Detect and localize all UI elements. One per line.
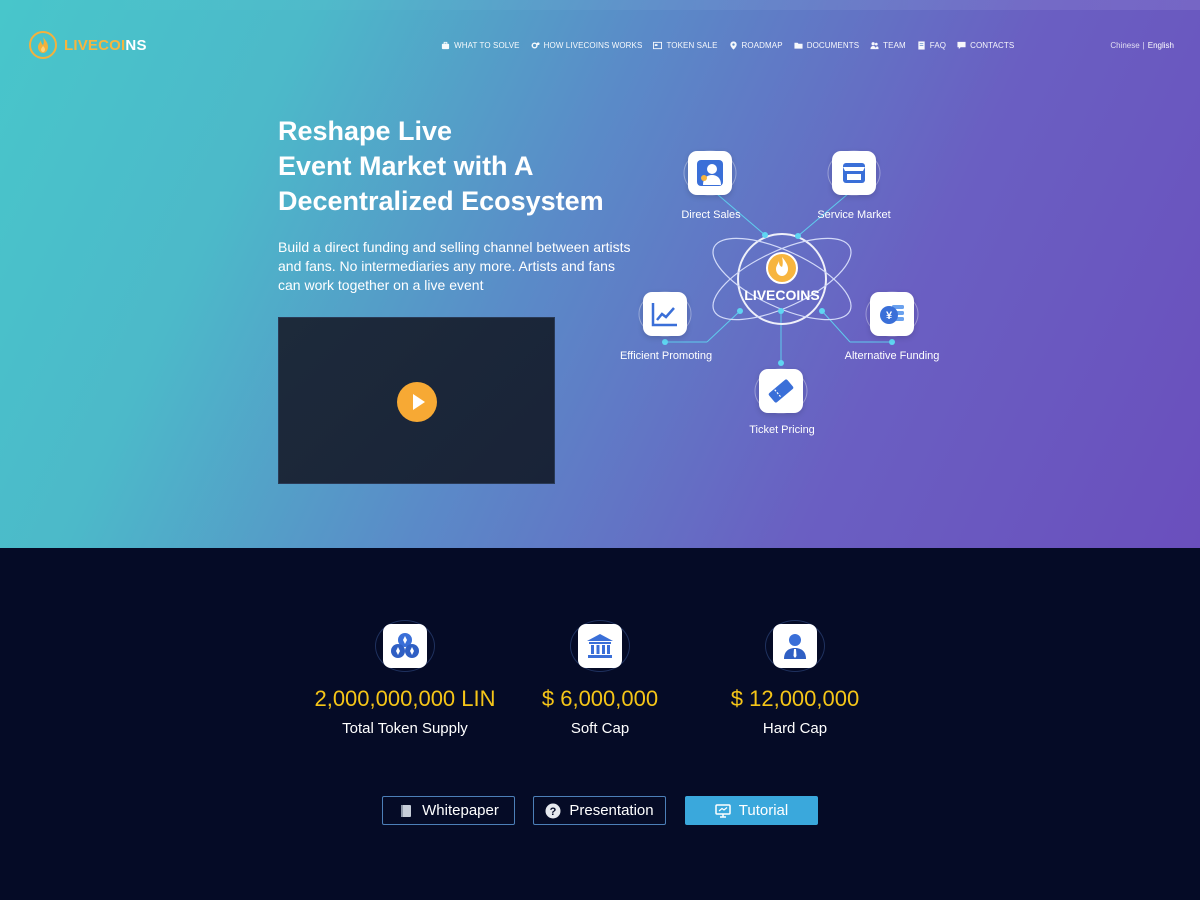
node-label-efficient-promoting: Efficient Promoting [619, 350, 713, 362]
nav-label: CONTACTS [970, 40, 1015, 50]
node-direct-sales [688, 151, 732, 195]
lang-chinese[interactable]: Chinese [1110, 41, 1139, 50]
token-cluster-icon [383, 624, 427, 668]
node-efficient-promoting [643, 292, 687, 336]
headline-line-1: Reshape Live [278, 116, 453, 146]
book-icon [401, 804, 412, 817]
hero-headline: Reshape Live Event Market with A Decentr… [278, 114, 648, 219]
nav-item-roadmap[interactable]: ROADMAP [729, 41, 783, 50]
nav-label: ROADMAP [741, 40, 783, 50]
nav-item-team[interactable]: TEAM [870, 41, 906, 50]
main-nav: WHAT TO SOLVE HOW LIVECOINS WORKS TOKEN … [441, 38, 1200, 52]
salesperson-icon [697, 160, 723, 186]
nav-label: HOW LIVECOINS WORKS [543, 40, 643, 50]
center-logo-text: LIVECOINS [744, 287, 819, 303]
stat-label-soft-cap: Soft Cap [570, 720, 630, 737]
ticket-icon [768, 379, 794, 403]
nav-label: TOKEN SALE [666, 40, 718, 50]
nav-item-faq[interactable]: FAQ [917, 41, 946, 50]
language-switcher: Chinese | English [1110, 41, 1174, 50]
node-label-direct-sales: Direct Sales [681, 209, 741, 221]
nav-item-documents[interactable]: DOCUMENTS [794, 41, 859, 50]
lang-separator: | [1142, 40, 1145, 50]
presentation-board-icon [715, 803, 731, 818]
stat-total-supply: 2,000,000,000 LIN Total Token Supply [305, 620, 505, 737]
node-label-service-market: Service Market [817, 209, 891, 221]
nav-label: WHAT TO SOLVE [454, 40, 520, 50]
gears-icon [531, 41, 540, 49]
play-button[interactable] [397, 382, 437, 422]
intro-video-player[interactable] [278, 317, 555, 484]
lead-line-1: Build a direct funding and selling chann… [278, 239, 631, 255]
node-alternative-funding: ¥ [870, 292, 914, 336]
nav-label: DOCUMENTS [806, 40, 860, 50]
stat-hard-cap: $ 12,000,000 Hard Cap [695, 620, 895, 737]
tutorial-button[interactable]: Tutorial [685, 796, 818, 825]
brand-wordmark: LIVECOINS [64, 37, 147, 54]
stat-soft-cap: $ 6,000,000 Soft Cap [500, 620, 700, 737]
stat-value-total-supply: 2,000,000,000 LIN [314, 686, 496, 711]
node-label-alternative-funding: Alternative Funding [844, 350, 940, 362]
folder-icon [794, 42, 803, 49]
node-ticket-pricing [759, 369, 803, 413]
flame-coin-icon [29, 31, 57, 59]
id-card-icon [653, 41, 663, 49]
lead-line-2: and fans. No intermediaries any more. Ar… [278, 258, 615, 274]
node-service-market [832, 151, 876, 195]
nav-label: TEAM [883, 40, 906, 50]
livecoins-center-logo: LIVECOINS [740, 238, 824, 322]
brand-logo[interactable]: LIVECOINS [29, 30, 147, 60]
whitepaper-label: Whitepaper [422, 802, 499, 819]
presentation-button[interactable]: ? Presentation [533, 796, 666, 825]
lead-line-3: can work together on a live event [278, 277, 484, 293]
nav-item-contacts[interactable]: CONTACTS [957, 41, 1014, 50]
chat-icon [957, 41, 966, 49]
bank-icon [578, 624, 622, 668]
briefcase-icon [442, 41, 450, 49]
whitepaper-button[interactable]: Whitepaper [382, 796, 515, 825]
book-icon [918, 40, 925, 50]
svg-text:?: ? [550, 806, 557, 818]
person-icon [773, 624, 817, 668]
node-label-ticket-pricing: Ticket Pricing [749, 424, 815, 436]
tutorial-label: Tutorial [738, 802, 789, 819]
nav-item-how-it-works[interactable]: HOW LIVECOINS WORKS [531, 41, 643, 50]
headline-line-3: Decentralized Ecosystem [278, 186, 604, 216]
yen-coins-icon: ¥ [880, 305, 904, 324]
users-icon [870, 41, 879, 49]
stat-label-total-supply: Total Token Supply [342, 720, 468, 737]
line-chart-icon [651, 303, 677, 327]
nav-item-token-sale[interactable]: TOKEN SALE [653, 41, 717, 50]
brand-name-part1: LIVECOI [64, 36, 126, 54]
top-highlight [0, 0, 1200, 10]
presentation-label: Presentation [569, 802, 654, 819]
stat-value-hard-cap: $ 12,000,000 [730, 686, 860, 711]
stat-label-hard-cap: Hard Cap [762, 720, 828, 737]
hero-section: LIVECOINS WHAT TO SOLVE HOW LIVECOINS WO… [0, 0, 1200, 548]
ecosystem-diagram: LIVECOINS Direct Sales Service Market Ef… [600, 140, 960, 450]
hero-description: Build a direct funding and selling chann… [278, 238, 638, 295]
play-icon [413, 394, 425, 410]
lang-english[interactable]: English [1148, 41, 1174, 50]
nav-label: FAQ [929, 40, 947, 50]
map-pin-icon [729, 40, 737, 50]
svg-text:¥: ¥ [886, 310, 893, 322]
nav-item-what-to-solve[interactable]: WHAT TO SOLVE [441, 40, 520, 50]
question-circle-icon: ? [545, 803, 561, 818]
brand-name-part2: NS [125, 36, 147, 54]
storefront-icon [843, 163, 865, 183]
token-stats-section: 2,000,000,000 LIN Total Token Supply $ 6… [0, 548, 1200, 900]
stat-value-soft-cap: $ 6,000,000 [541, 686, 659, 711]
headline-line-2: Event Market with A [278, 151, 534, 181]
